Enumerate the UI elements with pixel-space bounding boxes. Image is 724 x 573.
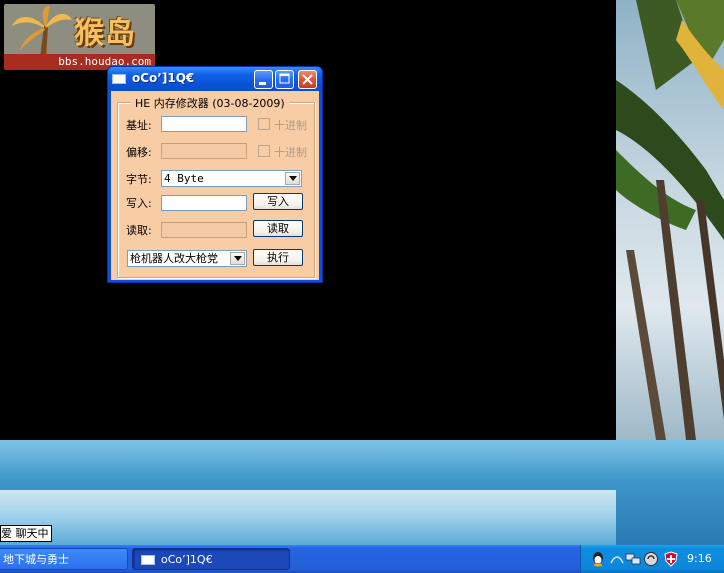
maximize-icon — [279, 73, 290, 84]
logo-text: 猴岛 — [74, 16, 136, 51]
shield-icon[interactable] — [663, 551, 679, 567]
read-label: 读取: — [126, 224, 152, 237]
offset-label: 偏移: — [126, 146, 152, 159]
write-label: 写入: — [126, 197, 152, 210]
window-title: oCo’]1Q€ — [132, 71, 195, 85]
network-icon[interactable] — [609, 551, 625, 567]
read-value-field[interactable] — [161, 222, 247, 238]
close-icon — [302, 74, 313, 85]
write-value-input[interactable] — [161, 195, 247, 211]
function-select-value: 枪机器人改大枪党 — [130, 252, 218, 265]
offset-input[interactable] — [161, 143, 247, 159]
close-button[interactable] — [298, 70, 317, 89]
chevron-down-icon[interactable] — [230, 252, 245, 265]
clock[interactable]: 9:16 — [687, 552, 712, 565]
taskbar-item-dnf[interactable]: 地下城与勇士 — [0, 548, 128, 570]
base-decimal-label: 十进制 — [274, 119, 307, 132]
memory-editor-window: oCo’]1Q€ HE 内存修改器 (03-08-2009) 基址: 十进制 偏… — [107, 66, 323, 283]
houdao-logo: 猴岛 bbs.houdao.com — [4, 4, 155, 70]
byte-label: 字节: — [126, 173, 152, 186]
execute-button[interactable]: 执行 — [253, 249, 303, 266]
minimize-button[interactable] — [254, 70, 273, 89]
chevron-down-icon[interactable] — [285, 172, 300, 185]
maximize-button[interactable] — [275, 70, 294, 89]
base-label: 基址: — [126, 119, 152, 132]
base-decimal-checkbox[interactable] — [258, 118, 270, 130]
byte-size-select[interactable]: 4 Byte — [161, 170, 302, 187]
window-titlebar[interactable]: oCo’]1Q€ — [108, 67, 322, 91]
function-select[interactable]: 枪机器人改大枪党 — [127, 250, 247, 267]
dialog-client: HE 内存修改器 (03-08-2009) 基址: 十进制 偏移: 十进制 字节… — [111, 91, 319, 280]
chat-status-popup[interactable]: 爱 聊天中 — [0, 525, 52, 542]
taskbar: 地下城与勇士 oCo’]1Q€ 9:16 — [0, 545, 724, 573]
wallpaper-pool-foreground — [0, 490, 616, 545]
write-button[interactable]: 写入 — [253, 193, 303, 210]
palm-tree-wallpaper — [616, 0, 724, 440]
group-title: HE 内存修改器 (03-08-2009) — [131, 95, 289, 111]
palm-logo-icon — [12, 6, 72, 58]
antivirus-icon[interactable] — [643, 551, 659, 567]
qq-icon[interactable] — [590, 551, 606, 567]
taskbar-item-label: oCo’]1Q€ — [161, 553, 213, 566]
taskbar-item-memory-editor[interactable]: oCo’]1Q€ — [132, 548, 290, 570]
app-icon — [112, 74, 126, 84]
byte-size-value: 4 Byte — [164, 172, 204, 185]
read-button[interactable]: 读取 — [253, 220, 303, 237]
offset-decimal-label: 十进制 — [274, 146, 307, 159]
base-address-input[interactable] — [161, 116, 247, 132]
system-tray: 9:16 — [580, 545, 724, 573]
app-icon — [141, 555, 155, 565]
network-icon-2[interactable] — [625, 551, 641, 567]
offset-decimal-checkbox[interactable] — [258, 145, 270, 157]
minimize-icon — [259, 82, 266, 85]
